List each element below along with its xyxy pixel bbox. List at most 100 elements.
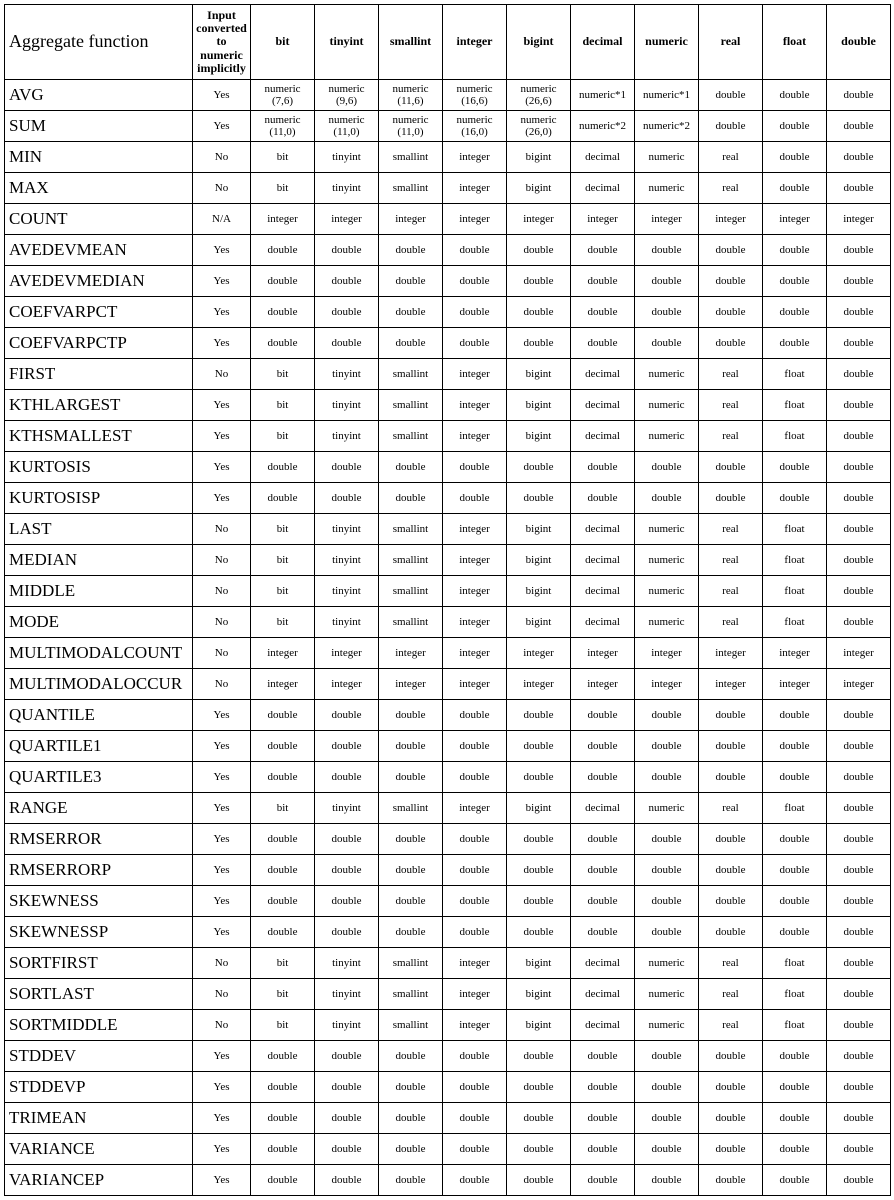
- cell-function-name: AVG: [5, 80, 193, 111]
- cell-value: double: [443, 235, 507, 266]
- cell-value: double: [443, 297, 507, 328]
- cell-value: bit: [251, 390, 315, 421]
- cell-value: numeric: [635, 421, 699, 452]
- cell-value: double: [827, 1165, 891, 1196]
- cell-value: integer: [443, 948, 507, 979]
- table-row: MAXNobittinyintsmallintintegerbigintdeci…: [5, 173, 891, 204]
- cell-value: double: [379, 700, 443, 731]
- cell-value: integer: [315, 204, 379, 235]
- cell-value: integer: [635, 638, 699, 669]
- cell-value: double: [635, 917, 699, 948]
- table-row: SKEWNESSPYesdoubledoubledoubledoubledoub…: [5, 917, 891, 948]
- cell-value: numeric(26,0): [507, 111, 571, 142]
- cell-value: double: [699, 266, 763, 297]
- cell-value: double: [635, 762, 699, 793]
- cell-value: double: [315, 266, 379, 297]
- cell-function-name: KURTOSIS: [5, 452, 193, 483]
- cell-value: double: [315, 1134, 379, 1165]
- cell-value: numeric(11,0): [315, 111, 379, 142]
- cell-value: double: [763, 80, 827, 111]
- cell-value: double: [571, 266, 635, 297]
- cell-value: double: [443, 886, 507, 917]
- cell-input-converted: No: [193, 545, 251, 576]
- table-row: KURTOSISYesdoubledoubledoubledoubledoubl…: [5, 452, 891, 483]
- cell-value: double: [763, 1072, 827, 1103]
- cell-function-name: QUARTILE1: [5, 731, 193, 762]
- cell-value: double: [763, 297, 827, 328]
- cell-value: double: [827, 576, 891, 607]
- cell-value: double: [315, 297, 379, 328]
- cell-value: double: [571, 1165, 635, 1196]
- cell-value: smallint: [379, 173, 443, 204]
- cell-value: integer: [443, 421, 507, 452]
- cell-value: double: [379, 1072, 443, 1103]
- cell-value: double: [699, 700, 763, 731]
- cell-input-converted: Yes: [193, 917, 251, 948]
- cell-value: bigint: [507, 173, 571, 204]
- cell-value: double: [379, 824, 443, 855]
- cell-function-name: MIN: [5, 142, 193, 173]
- cell-input-converted: N/A: [193, 204, 251, 235]
- cell-value: real: [699, 607, 763, 638]
- cell-input-converted: Yes: [193, 1103, 251, 1134]
- cell-function-name: TRIMEAN: [5, 1103, 193, 1134]
- cell-value: integer: [443, 142, 507, 173]
- cell-value: double: [379, 886, 443, 917]
- cell-value: double: [507, 266, 571, 297]
- cell-value: double: [827, 948, 891, 979]
- cell-value: double: [251, 452, 315, 483]
- cell-value: double: [507, 1134, 571, 1165]
- cell-input-converted: Yes: [193, 421, 251, 452]
- cell-value: float: [763, 514, 827, 545]
- cell-value: double: [763, 142, 827, 173]
- cell-value: double: [827, 266, 891, 297]
- table-row: MODENobittinyintsmallintintegerbigintdec…: [5, 607, 891, 638]
- cell-value: numeric*2: [635, 111, 699, 142]
- cell-value: double: [827, 452, 891, 483]
- cell-value: bit: [251, 545, 315, 576]
- cell-function-name: FIRST: [5, 359, 193, 390]
- cell-input-converted: Yes: [193, 452, 251, 483]
- cell-value: integer: [379, 204, 443, 235]
- cell-value: real: [699, 173, 763, 204]
- cell-value: double: [699, 762, 763, 793]
- table-row: RMSERRORYesdoubledoubledoubledoubledoubl…: [5, 824, 891, 855]
- cell-input-converted: No: [193, 669, 251, 700]
- cell-value: bigint: [507, 1010, 571, 1041]
- cell-value: bit: [251, 421, 315, 452]
- cell-value: tinyint: [315, 1010, 379, 1041]
- cell-value: double: [507, 1165, 571, 1196]
- cell-value: double: [827, 545, 891, 576]
- cell-value: double: [827, 142, 891, 173]
- cell-value: double: [827, 824, 891, 855]
- cell-function-name: STDDEVP: [5, 1072, 193, 1103]
- cell-value: decimal: [571, 359, 635, 390]
- cell-value: real: [699, 793, 763, 824]
- cell-value: integer: [507, 204, 571, 235]
- cell-value: double: [251, 886, 315, 917]
- cell-value: double: [699, 824, 763, 855]
- cell-value: bigint: [507, 421, 571, 452]
- cell-value: double: [763, 173, 827, 204]
- cell-value: double: [571, 452, 635, 483]
- cell-value: real: [699, 390, 763, 421]
- cell-value: integer: [635, 204, 699, 235]
- cell-function-name: SORTLAST: [5, 979, 193, 1010]
- cell-value: smallint: [379, 979, 443, 1010]
- cell-value: smallint: [379, 948, 443, 979]
- cell-value: double: [379, 235, 443, 266]
- cell-value: integer: [763, 638, 827, 669]
- cell-value: double: [763, 917, 827, 948]
- col-header-real: real: [699, 5, 763, 80]
- cell-value: real: [699, 514, 763, 545]
- cell-input-converted: Yes: [193, 483, 251, 514]
- cell-function-name: KURTOSISP: [5, 483, 193, 514]
- cell-value: integer: [699, 204, 763, 235]
- cell-value: double: [827, 1134, 891, 1165]
- cell-value: double: [699, 855, 763, 886]
- cell-value: double: [251, 1134, 315, 1165]
- cell-value: integer: [827, 638, 891, 669]
- table-row: VARIANCEYesdoubledoubledoubledoubledoubl…: [5, 1134, 891, 1165]
- cell-value: numeric(11,6): [379, 80, 443, 111]
- cell-input-converted: No: [193, 607, 251, 638]
